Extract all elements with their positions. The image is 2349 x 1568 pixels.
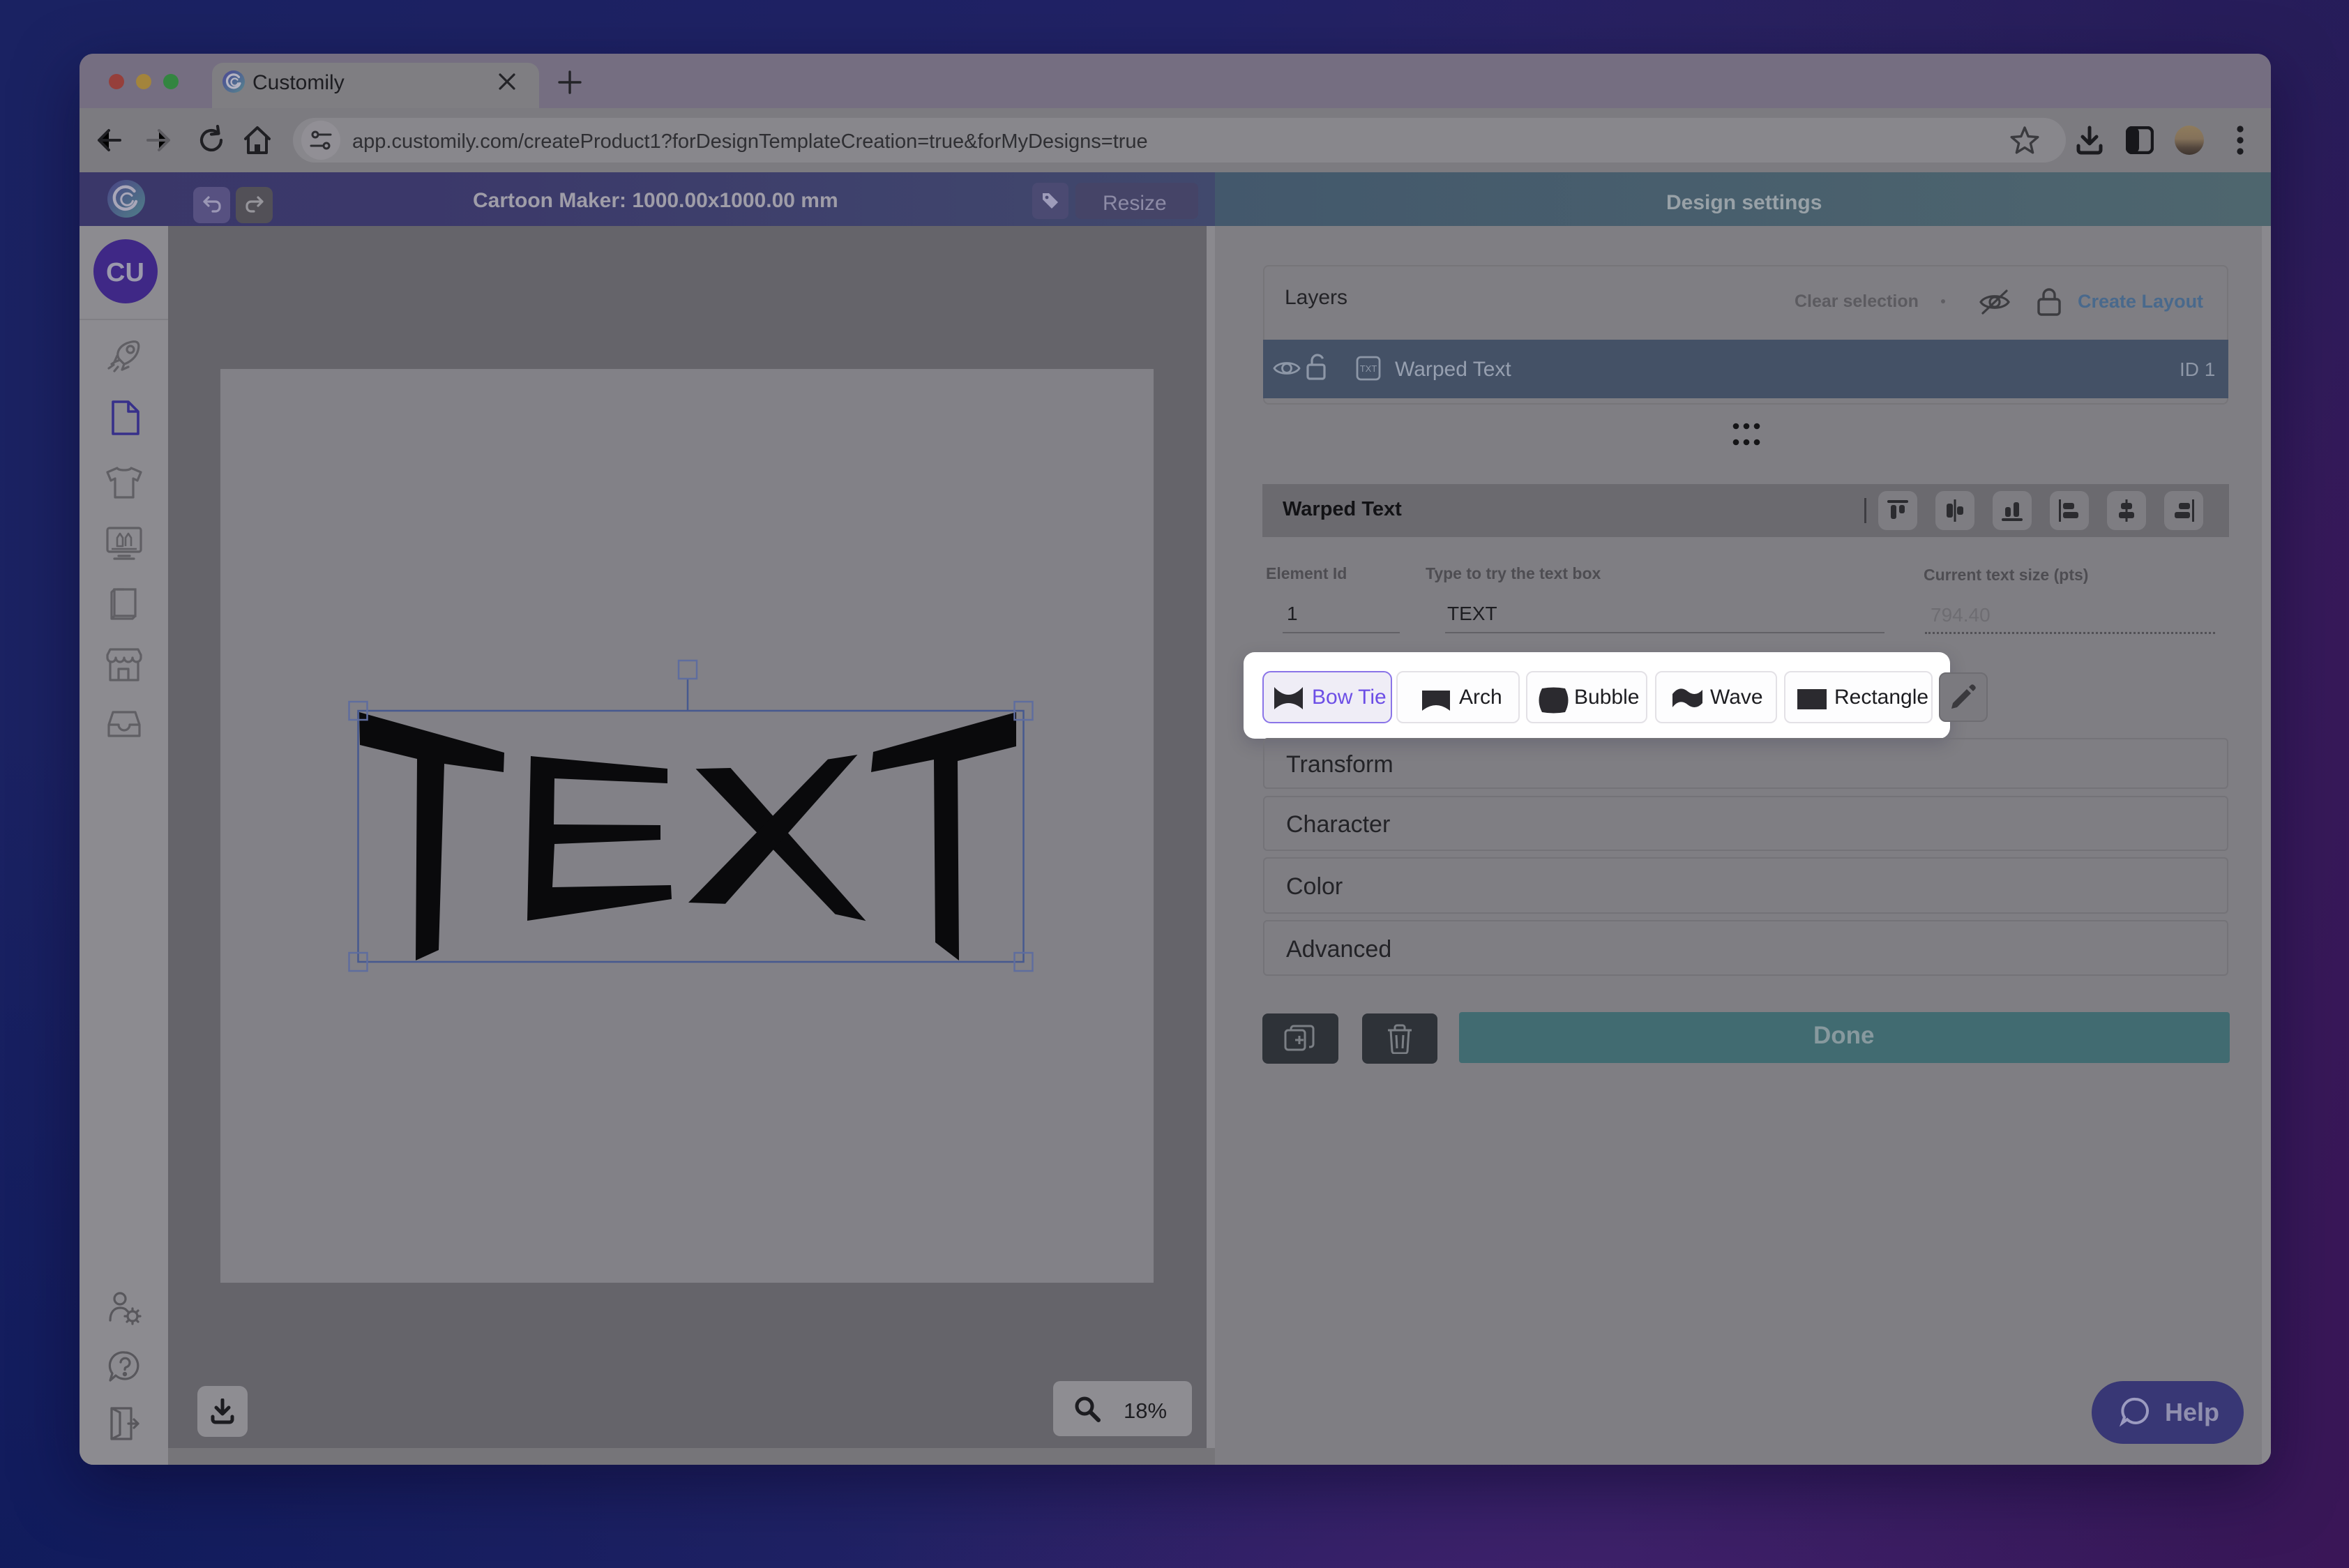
svg-text:TXT: TXT — [1360, 363, 1377, 374]
